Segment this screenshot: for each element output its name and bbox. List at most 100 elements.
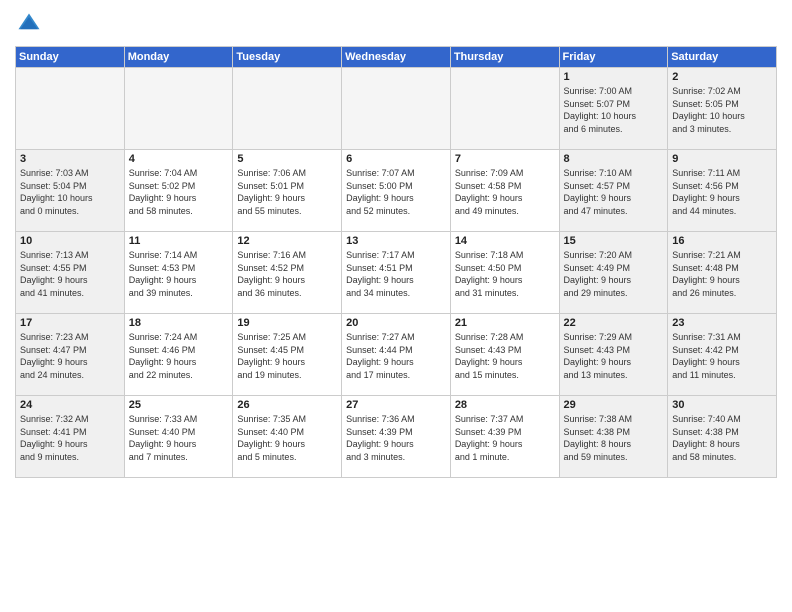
day-number: 4 xyxy=(129,153,229,165)
calendar-cell: 25 Sunrise: 7:33 AMSunset: 4:40 PMDayligh… xyxy=(124,396,233,478)
calendar-week-4: 17 Sunrise: 7:23 AMSunset: 4:47 PMDayligh… xyxy=(16,314,777,396)
day-number: 7 xyxy=(455,153,555,165)
day-number: 25 xyxy=(129,399,229,411)
calendar-cell: 21 Sunrise: 7:28 AMSunset: 4:43 PMDayligh… xyxy=(450,314,559,396)
calendar-cell: 26Sunrise: 7:35 AMSunset: 4:40 PMDayligh… xyxy=(233,396,342,478)
day-info: Sunrise: 7:24 AMSunset: 4:46 PMDaylight:… xyxy=(129,331,229,381)
day-number: 13 xyxy=(346,235,446,247)
day-info: Sunrise: 7:23 AMSunset: 4:47 PMDaylight:… xyxy=(20,331,120,381)
day-info: Sunrise: 7:27 AMSunset: 4:44 PMDaylight:… xyxy=(346,331,446,381)
day-info: Sunrise: 7:40 AMSunset: 4:38 PMDaylight:… xyxy=(672,413,772,463)
day-info: Sunrise: 7:18 AMSunset: 4:50 PMDaylight:… xyxy=(455,249,555,299)
calendar-cell: 17 Sunrise: 7:23 AMSunset: 4:47 PMDayligh… xyxy=(16,314,125,396)
day-info: Sunrise: 7:28 AMSunset: 4:43 PMDaylight:… xyxy=(455,331,555,381)
day-info: Sunrise: 7:16 AMSunset: 4:52 PMDaylight:… xyxy=(237,249,337,299)
page-container: SundayMondayTuesdayWednesdayThursdayFrid… xyxy=(0,0,792,483)
day-info: Sunrise: 7:33 AMSunset: 4:40 PMDaylight:… xyxy=(129,413,229,463)
logo xyxy=(15,10,47,38)
calendar-cell xyxy=(233,68,342,150)
header xyxy=(15,10,777,38)
calendar-header-saturday: Saturday xyxy=(668,47,777,68)
day-info: Sunrise: 7:31 AMSunset: 4:42 PMDaylight:… xyxy=(672,331,772,381)
day-number: 14 xyxy=(455,235,555,247)
day-number: 19 xyxy=(237,317,337,329)
day-number: 10 xyxy=(20,235,120,247)
day-number: 21 xyxy=(455,317,555,329)
calendar-cell: 1 Sunrise: 7:00 AMSunset: 5:07 PMDaylight… xyxy=(559,68,668,150)
calendar-cell xyxy=(16,68,125,150)
calendar-week-2: 3 Sunrise: 7:03 AMSunset: 5:04 PMDaylight… xyxy=(16,150,777,232)
calendar-header-thursday: Thursday xyxy=(450,47,559,68)
day-number: 9 xyxy=(672,153,772,165)
day-number: 28 xyxy=(455,399,555,411)
calendar-cell: 29 Sunrise: 7:38 AMSunset: 4:38 PMDayligh… xyxy=(559,396,668,478)
day-info: Sunrise: 7:36 AMSunset: 4:39 PMDaylight:… xyxy=(346,413,446,463)
day-number: 2 xyxy=(672,71,772,83)
calendar-week-3: 10 Sunrise: 7:13 AMSunset: 4:55 PMDayligh… xyxy=(16,232,777,314)
calendar-cell: 10 Sunrise: 7:13 AMSunset: 4:55 PMDayligh… xyxy=(16,232,125,314)
calendar-cell: 27Sunrise: 7:36 AMSunset: 4:39 PMDayligh… xyxy=(342,396,451,478)
calendar-header-wednesday: Wednesday xyxy=(342,47,451,68)
day-info: Sunrise: 7:21 AMSunset: 4:48 PMDaylight:… xyxy=(672,249,772,299)
day-info: Sunrise: 7:04 AMSunset: 5:02 PMDaylight:… xyxy=(129,167,229,217)
day-number: 24 xyxy=(20,399,120,411)
day-number: 6 xyxy=(346,153,446,165)
day-number: 8 xyxy=(564,153,664,165)
day-number: 12 xyxy=(237,235,337,247)
day-info: Sunrise: 7:03 AMSunset: 5:04 PMDaylight:… xyxy=(20,167,120,217)
calendar-cell: 4 Sunrise: 7:04 AMSunset: 5:02 PMDaylight… xyxy=(124,150,233,232)
day-number: 16 xyxy=(672,235,772,247)
day-info: Sunrise: 7:20 AMSunset: 4:49 PMDaylight:… xyxy=(564,249,664,299)
day-info: Sunrise: 7:37 AMSunset: 4:39 PMDaylight:… xyxy=(455,413,555,463)
calendar-week-1: 1 Sunrise: 7:00 AMSunset: 5:07 PMDaylight… xyxy=(16,68,777,150)
day-info: Sunrise: 7:25 AMSunset: 4:45 PMDaylight:… xyxy=(237,331,337,381)
day-number: 3 xyxy=(20,153,120,165)
calendar-cell: 8 Sunrise: 7:10 AMSunset: 4:57 PMDaylight… xyxy=(559,150,668,232)
calendar-cell xyxy=(342,68,451,150)
day-info: Sunrise: 7:14 AMSunset: 4:53 PMDaylight:… xyxy=(129,249,229,299)
day-info: Sunrise: 7:09 AMSunset: 4:58 PMDaylight:… xyxy=(455,167,555,217)
calendar-week-5: 24Sunrise: 7:32 AMSunset: 4:41 PMDayligh… xyxy=(16,396,777,478)
calendar-cell: 11 Sunrise: 7:14 AMSunset: 4:53 PMDayligh… xyxy=(124,232,233,314)
calendar-table: SundayMondayTuesdayWednesdayThursdayFrid… xyxy=(15,46,777,478)
calendar-cell: 6 Sunrise: 7:07 AMSunset: 5:00 PMDaylight… xyxy=(342,150,451,232)
day-number: 17 xyxy=(20,317,120,329)
calendar-cell: 20 Sunrise: 7:27 AMSunset: 4:44 PMDayligh… xyxy=(342,314,451,396)
calendar-header-tuesday: Tuesday xyxy=(233,47,342,68)
calendar-header-row: SundayMondayTuesdayWednesdayThursdayFrid… xyxy=(16,47,777,68)
day-number: 20 xyxy=(346,317,446,329)
calendar-cell: 23 Sunrise: 7:31 AMSunset: 4:42 PMDayligh… xyxy=(668,314,777,396)
calendar-cell xyxy=(450,68,559,150)
day-number: 15 xyxy=(564,235,664,247)
day-info: Sunrise: 7:13 AMSunset: 4:55 PMDaylight:… xyxy=(20,249,120,299)
calendar-cell xyxy=(124,68,233,150)
calendar-cell: 15 Sunrise: 7:20 AMSunset: 4:49 PMDayligh… xyxy=(559,232,668,314)
day-number: 11 xyxy=(129,235,229,247)
day-info: Sunrise: 7:00 AMSunset: 5:07 PMDaylight:… xyxy=(564,85,664,135)
day-info: Sunrise: 7:11 AMSunset: 4:56 PMDaylight:… xyxy=(672,167,772,217)
day-info: Sunrise: 7:06 AMSunset: 5:01 PMDaylight:… xyxy=(237,167,337,217)
calendar-cell: 28 Sunrise: 7:37 AMSunset: 4:39 PMDayligh… xyxy=(450,396,559,478)
calendar-cell: 12 Sunrise: 7:16 AMSunset: 4:52 PMDayligh… xyxy=(233,232,342,314)
day-info: Sunrise: 7:17 AMSunset: 4:51 PMDaylight:… xyxy=(346,249,446,299)
calendar-header-friday: Friday xyxy=(559,47,668,68)
day-info: Sunrise: 7:10 AMSunset: 4:57 PMDaylight:… xyxy=(564,167,664,217)
calendar-header-monday: Monday xyxy=(124,47,233,68)
logo-icon xyxy=(15,10,43,38)
day-info: Sunrise: 7:35 AMSunset: 4:40 PMDaylight:… xyxy=(237,413,337,463)
day-info: Sunrise: 7:38 AMSunset: 4:38 PMDaylight:… xyxy=(564,413,664,463)
calendar-cell: 30Sunrise: 7:40 AMSunset: 4:38 PMDayligh… xyxy=(668,396,777,478)
calendar-cell: 3 Sunrise: 7:03 AMSunset: 5:04 PMDaylight… xyxy=(16,150,125,232)
day-number: 1 xyxy=(564,71,664,83)
calendar-cell: 14 Sunrise: 7:18 AMSunset: 4:50 PMDayligh… xyxy=(450,232,559,314)
calendar-cell: 24Sunrise: 7:32 AMSunset: 4:41 PMDayligh… xyxy=(16,396,125,478)
calendar-cell: 22Sunrise: 7:29 AMSunset: 4:43 PMDayligh… xyxy=(559,314,668,396)
day-number: 23 xyxy=(672,317,772,329)
calendar-cell: 18Sunrise: 7:24 AMSunset: 4:46 PMDayligh… xyxy=(124,314,233,396)
day-info: Sunrise: 7:07 AMSunset: 5:00 PMDaylight:… xyxy=(346,167,446,217)
calendar-cell: 19 Sunrise: 7:25 AMSunset: 4:45 PMDayligh… xyxy=(233,314,342,396)
calendar-cell: 7 Sunrise: 7:09 AMSunset: 4:58 PMDaylight… xyxy=(450,150,559,232)
calendar-cell: 16 Sunrise: 7:21 AMSunset: 4:48 PMDayligh… xyxy=(668,232,777,314)
day-info: Sunrise: 7:02 AMSunset: 5:05 PMDaylight:… xyxy=(672,85,772,135)
day-number: 29 xyxy=(564,399,664,411)
